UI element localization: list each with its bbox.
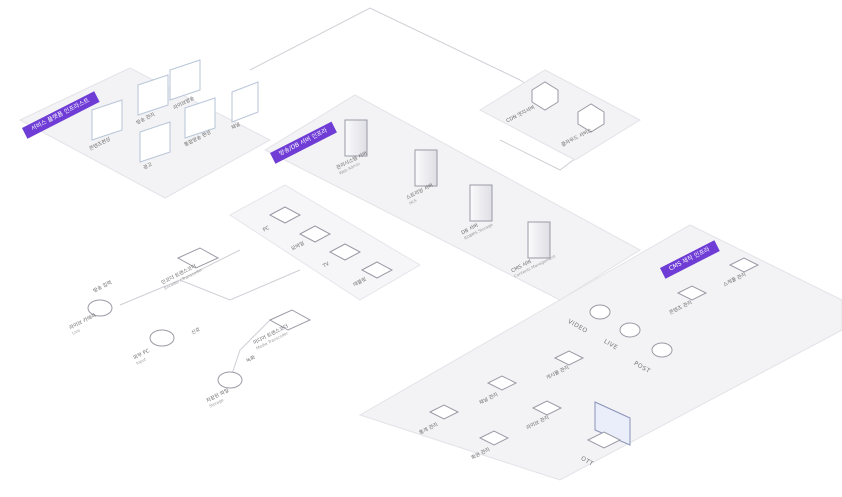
monitor-2: [231, 81, 259, 123]
platform-cloud: [478, 69, 642, 161]
flow-disc-video: [589, 304, 611, 320]
platforms: [18, 67, 842, 481]
source-disc-3: [217, 371, 243, 389]
server-tower-2: [414, 149, 438, 187]
flow-disc-live: [619, 322, 641, 338]
server-tower-3: [469, 184, 493, 222]
source-discs: [87, 299, 243, 389]
encoder-boxes: [176, 247, 312, 331]
flow-disc-post: [651, 342, 673, 358]
source-disc-2: [149, 329, 175, 347]
monitor-1: [169, 59, 201, 101]
